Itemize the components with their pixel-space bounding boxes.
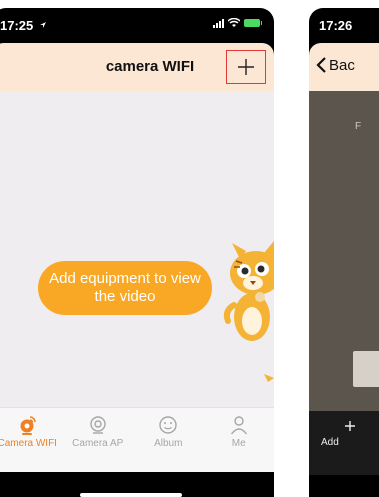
tab-label: Me — [231, 438, 246, 449]
tab-label: Camera WIFI — [0, 438, 57, 449]
add-device-label[interactable]: Add — [321, 437, 339, 448]
tab-album[interactable]: Album — [133, 408, 204, 472]
chevron-left-icon — [316, 57, 326, 73]
tab-camera-wifi[interactable]: Camera WIFI — [0, 408, 63, 472]
add-device-button[interactable] — [226, 50, 266, 84]
camera-wifi-icon — [15, 414, 39, 436]
nav-bar: camera WIFI — [0, 43, 274, 91]
mascot-tail-icon — [264, 374, 274, 382]
device-list-area: Add equipment to view the video — [0, 91, 274, 407]
album-icon — [156, 414, 180, 436]
add-icon — [345, 421, 355, 431]
tab-me[interactable]: Me — [204, 408, 275, 472]
webcam-icon — [86, 414, 110, 436]
nav-bar: Bac — [309, 43, 379, 91]
screenshot-composite: 17:25 camera WIFI Add equipment to view … — [0, 0, 379, 497]
preview-card — [353, 351, 379, 387]
bottom-bar: Add — [309, 411, 379, 475]
battery-icon — [244, 19, 262, 27]
back-label: Bac — [329, 56, 355, 74]
tab-label: Album — [154, 438, 183, 449]
left-phone-screen: 17:25 camera WIFI Add equipment to view … — [0, 8, 274, 497]
person-icon — [227, 414, 251, 436]
wifi-icon — [228, 18, 240, 27]
status-time: 17:26 — [319, 18, 353, 33]
tab-label: Camera AP — [72, 438, 124, 449]
camera-preview-area: F — [309, 91, 379, 411]
home-indicator — [80, 493, 182, 497]
add-equipment-prompt[interactable]: Add equipment to view the video — [38, 261, 212, 315]
right-phone-screen: 17:26 Bac F Add — [309, 8, 379, 497]
status-time: 17:25 — [0, 18, 34, 33]
preview-text: F — [355, 121, 362, 132]
bottom-tab-bar: Camera WIFI Camera AP Album Me — [0, 407, 274, 472]
signal-icon — [213, 18, 224, 28]
cat-mascot-icon — [223, 241, 274, 341]
status-bar: 17:25 — [0, 8, 274, 43]
tab-camera-ap[interactable]: Camera AP — [63, 408, 134, 472]
plus-icon — [238, 59, 254, 75]
back-button[interactable]: Bac — [315, 56, 355, 74]
location-arrow-icon — [40, 22, 46, 28]
status-icons — [213, 18, 262, 28]
